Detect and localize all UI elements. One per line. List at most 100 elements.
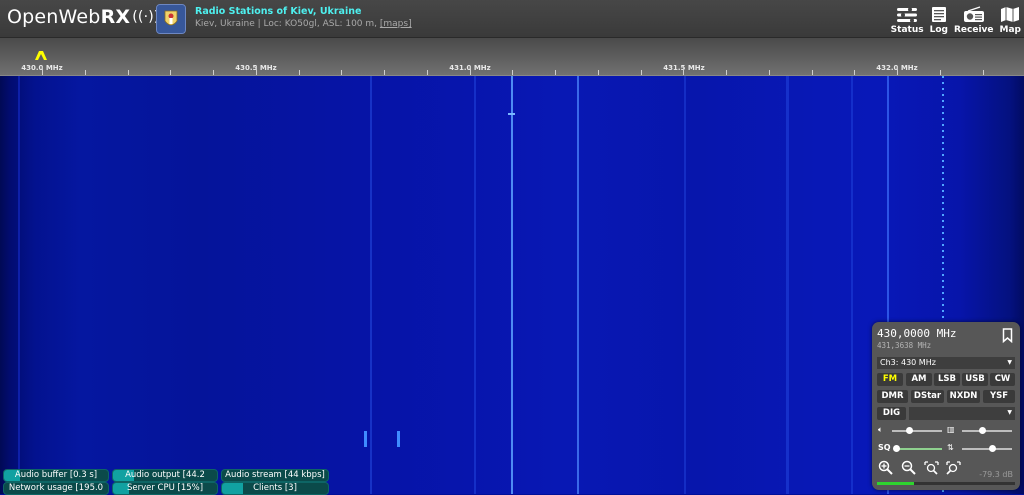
scale-tick bbox=[769, 70, 770, 75]
chevron-down-icon: ▼ bbox=[1007, 409, 1012, 416]
top-nav: Status Log Receive Map bbox=[888, 3, 1024, 37]
mode-ysf-button[interactable]: YSF bbox=[983, 390, 1015, 403]
bookmark-icon[interactable] bbox=[1002, 328, 1013, 343]
mode-usb-button[interactable]: USB bbox=[962, 373, 988, 386]
audio-buffer-status: Audio buffer [0.3 s] bbox=[3, 469, 109, 482]
zoom-out-icon[interactable] bbox=[901, 460, 916, 475]
signal-trace bbox=[370, 76, 372, 494]
logo-text-rx: RX bbox=[100, 6, 131, 28]
mode-dstar-button[interactable]: DStar bbox=[911, 390, 944, 403]
signal-trace bbox=[577, 76, 579, 494]
mode-dig-button[interactable]: DIG bbox=[877, 407, 906, 420]
station-title: Radio Stations of Kiev, Ukraine bbox=[195, 6, 362, 17]
receiver-panel: 430,0000 MHz 431,3638 MHz Ch3: 430 MHz ▼… bbox=[872, 322, 1020, 490]
scale-tick bbox=[341, 70, 342, 75]
equalizer-icon: ⇅ bbox=[947, 443, 954, 452]
squelch-slider-thumb[interactable] bbox=[892, 445, 900, 452]
signal-trace bbox=[511, 76, 513, 494]
volume-icon: 🔈︎ bbox=[878, 425, 883, 434]
squelch-icon: SQ bbox=[878, 443, 891, 452]
nav-map-label: Map bbox=[999, 25, 1021, 35]
station-avatar[interactable] bbox=[156, 4, 186, 34]
equalizer-slider[interactable] bbox=[962, 448, 1012, 450]
zoom-reset-icon[interactable] bbox=[946, 460, 961, 475]
nav-receive-button[interactable]: Receive bbox=[951, 3, 997, 37]
chevron-down-icon: ▼ bbox=[1007, 359, 1012, 366]
clients-status: Clients [3] bbox=[221, 482, 329, 495]
scale-tick bbox=[683, 66, 684, 75]
network-usage-status: Network usage [195.0 bbox=[3, 482, 109, 495]
top-bar: OpenWebRX ((·)) Radio Stations of Kiev, U… bbox=[0, 0, 1024, 38]
equalizer-slider-thumb[interactable] bbox=[988, 445, 996, 452]
scale-tick bbox=[128, 70, 129, 75]
signal-trace bbox=[474, 76, 476, 494]
map-icon bbox=[1001, 7, 1020, 22]
audio-output-status: Audio output [44.2 bbox=[112, 469, 218, 482]
signal-blip bbox=[508, 113, 515, 115]
scale-tick bbox=[85, 70, 86, 75]
status-label: Clients [3] bbox=[253, 483, 297, 493]
s-meter bbox=[877, 482, 1015, 485]
status-label: Audio output [44.2 bbox=[125, 470, 205, 480]
scale-tick bbox=[512, 70, 513, 75]
nav-log-button[interactable]: Log bbox=[927, 3, 951, 37]
mode-am-button[interactable]: AM bbox=[906, 373, 932, 386]
maps-link[interactable]: [maps] bbox=[380, 19, 412, 29]
scale-tick bbox=[940, 70, 941, 75]
signal-blip bbox=[364, 431, 367, 447]
nav-map-button[interactable]: Map bbox=[997, 3, 1024, 37]
signal-trace bbox=[18, 76, 20, 494]
signal-trace bbox=[851, 76, 853, 494]
mode-cw-button[interactable]: CW bbox=[990, 373, 1015, 386]
signal-trace bbox=[684, 76, 686, 494]
zoom-in-icon[interactable] bbox=[878, 460, 893, 475]
openwebrx-logo[interactable]: OpenWebRX ((·)) bbox=[7, 6, 160, 28]
scale-tick bbox=[470, 66, 471, 75]
volume-slider[interactable] bbox=[892, 430, 942, 432]
frequency-scale[interactable]: 430.0 MHz 430.5 MHz 431.0 MHz 431.5 MHz … bbox=[0, 38, 1024, 76]
scale-tick bbox=[812, 70, 813, 75]
status-label: Server CPU [15%] bbox=[126, 483, 204, 493]
waterfall-display[interactable] bbox=[0, 76, 1024, 494]
mode-dmr-button[interactable]: DMR bbox=[877, 390, 908, 403]
scale-tick bbox=[641, 70, 642, 75]
noise-reduction-slider-thumb[interactable] bbox=[978, 427, 986, 434]
mode-lsb-button[interactable]: LSB bbox=[934, 373, 960, 386]
channel-select-value: Ch3: 430 MHz bbox=[880, 358, 936, 367]
nav-status-button[interactable]: Status bbox=[888, 3, 927, 37]
scale-tick bbox=[555, 70, 556, 75]
squelch-slider[interactable] bbox=[894, 448, 942, 450]
station-location-text: Kiev, Ukraine | Loc: KO50gl, ASL: 100 m, bbox=[195, 19, 380, 29]
mode-fm-button[interactable]: FM bbox=[877, 373, 903, 386]
tuner-marker-icon[interactable] bbox=[34, 50, 48, 60]
audio-stream-status: Audio stream [44 kbps] bbox=[221, 469, 329, 482]
nav-log-label: Log bbox=[929, 25, 948, 35]
channel-select[interactable]: Ch3: 430 MHz ▼ bbox=[877, 357, 1015, 369]
noise-reduction-slider[interactable] bbox=[962, 430, 1012, 432]
scale-tick bbox=[170, 70, 171, 75]
signal-blip bbox=[397, 431, 400, 447]
log-icon bbox=[931, 7, 946, 22]
station-location: Kiev, Ukraine | Loc: KO50gl, ASL: 100 m,… bbox=[195, 19, 412, 29]
scale-tick bbox=[256, 66, 257, 75]
server-cpu-status: Server CPU [15%] bbox=[112, 482, 218, 495]
zoom-to-tuned-icon[interactable] bbox=[924, 460, 939, 475]
scale-tick bbox=[726, 70, 727, 75]
digital-mode-select[interactable]: ▼ bbox=[909, 407, 1015, 420]
receive-icon bbox=[963, 6, 984, 22]
status-label: Audio stream [44 kbps] bbox=[225, 470, 325, 480]
frequency-display[interactable]: 430,0000 MHz bbox=[877, 327, 956, 340]
scale-tick bbox=[213, 70, 214, 75]
volume-slider-thumb[interactable] bbox=[906, 427, 913, 434]
status-label: Network usage [195.0 bbox=[8, 483, 104, 493]
nav-receive-label: Receive bbox=[953, 25, 994, 35]
scale-tick bbox=[384, 70, 385, 75]
scale-tick bbox=[42, 66, 43, 75]
scale-tick bbox=[598, 70, 599, 75]
scale-tick bbox=[427, 70, 428, 75]
mode-nxdn-button[interactable]: NXDN bbox=[947, 390, 980, 403]
logo-text: OpenWeb bbox=[7, 6, 101, 28]
scale-tick bbox=[983, 70, 984, 75]
offset-frequency: 431,3638 MHz bbox=[877, 341, 932, 350]
status-fill bbox=[222, 483, 244, 494]
